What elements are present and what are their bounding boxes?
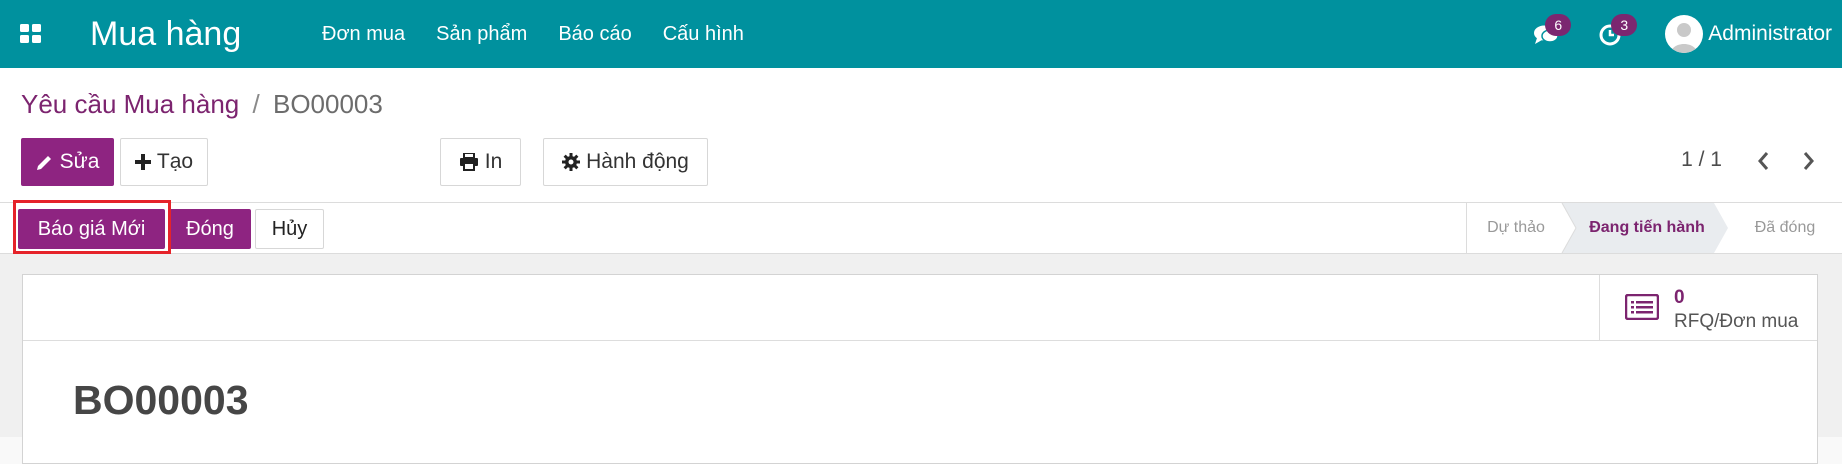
systray: 6 3 Administrator — [1533, 0, 1832, 68]
new-quotation-button-label: Báo giá Mới — [37, 217, 146, 240]
activities-count-badge: 3 — [1611, 14, 1638, 36]
messages-button[interactable]: 6 — [1533, 14, 1572, 48]
menu-item-products[interactable]: Sản phẩm — [436, 23, 527, 46]
create-button-label: Tạo — [156, 150, 194, 173]
plus-icon — [134, 154, 151, 170]
messages-count-badge: 6 — [1545, 14, 1572, 36]
rfq-smart-button[interactable]: 0 RFQ/Đơn mua — [1599, 275, 1817, 341]
close-button[interactable]: Đóng — [169, 209, 251, 249]
user-avatar-icon — [1665, 15, 1704, 53]
print-button[interactable]: In — [440, 138, 521, 186]
form-statusbar: Báo giá Mới Đóng Hủy Dự thảo Đang tiến h… — [0, 202, 1842, 254]
close-button-label: Đóng — [186, 217, 234, 240]
edit-button[interactable]: Sửa — [21, 138, 114, 186]
cancel-button-label: Hủy — [271, 217, 308, 240]
pager-value[interactable]: 1 / 1 — [1681, 148, 1722, 172]
breadcrumb-separator: / — [252, 89, 260, 119]
menu-item-orders[interactable]: Đơn mua — [322, 23, 405, 46]
new-quotation-button[interactable]: Báo giá Mới — [18, 209, 165, 249]
stage-closed-label: Đã đóng — [1754, 219, 1816, 236]
stage-draft[interactable]: Dự thảo — [1466, 203, 1566, 253]
breadcrumb-current: BO00003 — [272, 89, 383, 119]
user-menu[interactable]: Administrator — [1665, 15, 1832, 53]
record-title: BO00003 — [73, 377, 249, 423]
chevron-left-icon[interactable] — [1752, 148, 1776, 174]
cancel-button[interactable]: Hủy — [255, 209, 324, 249]
stage-closed[interactable]: Đã đóng — [1728, 203, 1842, 253]
menu-item-configuration[interactable]: Cấu hình — [663, 23, 744, 46]
control-panel: Yêu cầu Mua hàng / BO00003 Sửa Tạo In Hà… — [0, 68, 1842, 202]
rfq-label: RFQ/Đơn mua — [1674, 311, 1799, 332]
breadcrumb-parent[interactable]: Yêu cầu Mua hàng — [21, 89, 239, 119]
form-sheet: 0 RFQ/Đơn mua BO00003 — [22, 274, 1818, 464]
stage-in-progress[interactable]: Đang tiến hành — [1566, 203, 1728, 253]
breadcrumb: Yêu cầu Mua hàng / BO00003 — [21, 88, 383, 120]
stage-in-progress-label: Đang tiến hành — [1589, 219, 1705, 236]
menu-item-reporting[interactable]: Báo cáo — [558, 23, 631, 46]
gear-icon — [562, 153, 581, 171]
action-button[interactable]: Hành động — [543, 138, 708, 186]
create-button[interactable]: Tạo — [120, 138, 208, 186]
smart-button-box: 0 RFQ/Đơn mua — [23, 275, 1817, 341]
edit-button-label: Sửa — [59, 150, 100, 173]
print-icon — [459, 153, 478, 171]
chevron-right-icon[interactable] — [1796, 148, 1820, 174]
form-view: 0 RFQ/Đơn mua BO00003 — [0, 254, 1842, 464]
user-name: Administrator — [1708, 22, 1832, 45]
top-navbar: Mua hàng Đơn mua Sản phẩm Báo cáo Cấu hì… — [0, 0, 1842, 68]
stage-draft-label: Dự thảo — [1487, 219, 1545, 236]
status-stages: Dự thảo Đang tiến hành Đã đóng — [1466, 203, 1842, 253]
main-menu: Đơn mua Sản phẩm Báo cáo Cấu hình — [322, 0, 775, 68]
print-button-label: In — [484, 150, 503, 173]
list-icon — [1625, 294, 1659, 320]
action-button-label: Hành động — [586, 150, 689, 173]
pencil-icon — [36, 156, 51, 170]
app-title: Mua hàng — [90, 15, 242, 53]
rfq-count: 0 — [1674, 287, 1685, 308]
activities-button[interactable]: 3 — [1599, 14, 1638, 48]
apps-grid-icon[interactable] — [20, 24, 42, 44]
